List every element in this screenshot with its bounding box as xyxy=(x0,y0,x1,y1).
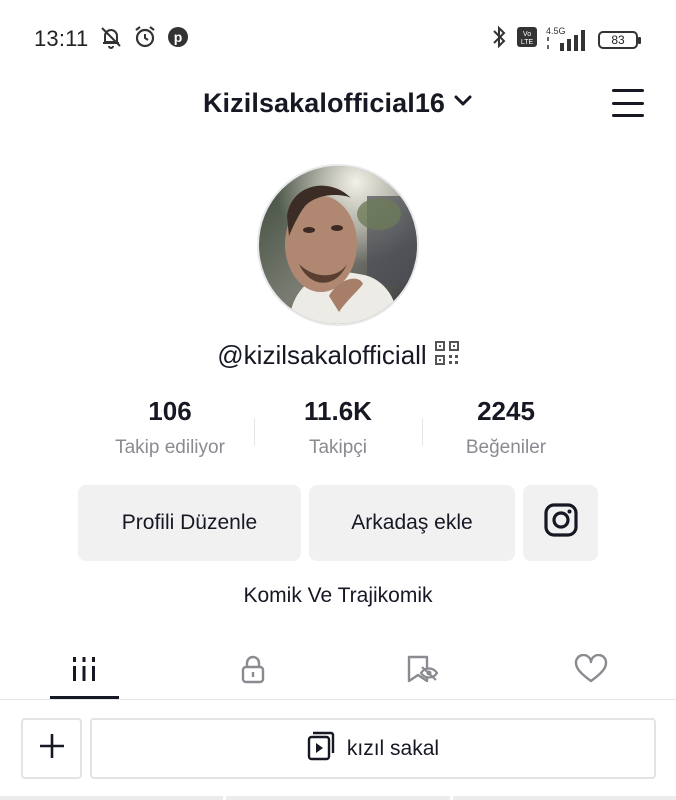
battery-icon: 83 xyxy=(598,30,641,49)
stat-value: 106 xyxy=(148,396,192,426)
handle-row: @kizilsakalofficiall xyxy=(0,340,676,371)
stat-value: 11.6K xyxy=(304,396,372,426)
playlist-bar: kızıl sakal xyxy=(0,700,676,800)
svg-text:LTE: LTE xyxy=(521,39,534,46)
stat-followers[interactable]: 11.6K Takipçi xyxy=(254,396,422,466)
edit-profile-button[interactable]: Profili Düzenle xyxy=(78,485,301,561)
battery-level: 83 xyxy=(611,32,625,47)
status-time: 13:11 xyxy=(34,26,89,51)
stat-label: Takip ediliyor xyxy=(115,437,225,458)
profile-header: Kizilsakalofficial16 xyxy=(0,80,676,128)
status-right-icons: Vo LTE 4.5G 83 xyxy=(490,24,641,55)
videos-grid-icon xyxy=(70,655,98,688)
tab-videos[interactable] xyxy=(49,646,119,696)
header-username: Kizilsakalofficial16 xyxy=(202,88,446,118)
lock-icon xyxy=(239,654,267,689)
profile-actions: Profili Düzenle Arkadaş ekle xyxy=(78,485,598,561)
pinterest-icon: p xyxy=(166,25,190,54)
instagram-button[interactable] xyxy=(523,485,598,561)
status-left-icons: p xyxy=(98,24,190,55)
alarm-icon xyxy=(132,24,158,55)
svg-text:p: p xyxy=(174,29,183,45)
bottom-dividers xyxy=(0,796,676,800)
svg-text:Vo: Vo xyxy=(523,31,531,38)
stat-label: Takipçi xyxy=(308,437,368,458)
tab-active-indicator xyxy=(50,696,119,699)
tab-private[interactable] xyxy=(218,646,288,696)
avatar[interactable] xyxy=(257,164,419,326)
playlist-label: kızıl sakal xyxy=(346,736,440,760)
profile-stats: 106 Takip ediliyor 11.6K Takipçi 2245 Be… xyxy=(86,396,590,466)
chevron-down-icon xyxy=(453,94,473,113)
playlist-icon xyxy=(307,731,335,767)
avatar-photo xyxy=(259,166,417,324)
hamburger-menu-icon[interactable] xyxy=(612,89,644,117)
tab-liked[interactable] xyxy=(556,646,626,696)
profile-bio: Komik Ve Trajikomik xyxy=(243,584,433,607)
add-friends-button[interactable]: Arkadaş ekle xyxy=(309,485,515,561)
stat-following[interactable]: 106 Takip ediliyor xyxy=(86,396,254,466)
plus-icon xyxy=(37,731,67,766)
stat-label: Beğeniler xyxy=(465,437,547,458)
signal-icon: 4.5G xyxy=(546,26,590,53)
playlist-button[interactable]: kızıl sakal xyxy=(90,718,656,779)
saved-eye-icon xyxy=(405,654,439,689)
profile-tabs xyxy=(0,640,676,700)
instagram-icon xyxy=(543,502,579,544)
qr-code-icon[interactable] xyxy=(434,341,459,370)
bell-muted-icon xyxy=(98,24,124,55)
account-switcher[interactable]: Kizilsakalofficial16 xyxy=(0,88,676,119)
tab-saved[interactable] xyxy=(387,646,457,696)
add-playlist-button[interactable] xyxy=(21,718,82,779)
profile-handle: @kizilsakalofficiall xyxy=(217,340,427,370)
stat-value: 2245 xyxy=(477,396,535,426)
volte-icon: Vo LTE xyxy=(516,26,538,53)
heart-icon xyxy=(574,653,608,689)
bluetooth-icon xyxy=(490,24,508,55)
stat-likes[interactable]: 2245 Beğeniler xyxy=(422,396,590,466)
status-bar: 13:11 p Vo LTE 4.5G 83 xyxy=(0,0,676,76)
